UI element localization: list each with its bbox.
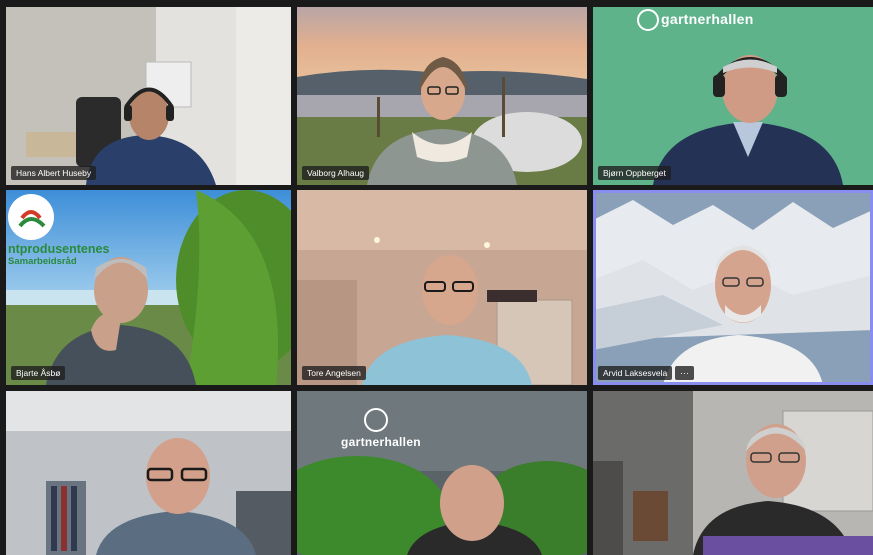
video-feed: [6, 7, 291, 185]
video-feed: [593, 391, 873, 555]
gartnerhallen-logo-icon: [637, 9, 659, 31]
coop-line-2: Samarbeidsråd: [8, 256, 77, 267]
video-feed: [297, 7, 587, 185]
video-tile-participant-9[interactable]: [593, 391, 873, 555]
participant-name-tag: Tore Angelsen: [302, 366, 366, 380]
video-tile-bjorn-oppberget[interactable]: gartnerhallen Bjørn Oppberget: [593, 7, 873, 185]
gartnerhallen-brand-text: gartnerhallen: [341, 435, 421, 449]
video-feed: [6, 190, 291, 385]
video-feed: [297, 391, 587, 555]
participant-name-tag: Bjørn Oppberget: [598, 166, 671, 180]
video-feed: [6, 391, 291, 555]
video-feed: [593, 190, 873, 385]
video-feed: [297, 190, 587, 385]
participant-name-tag: Valborg Alhaug: [302, 166, 370, 180]
video-tile-tore-angelsen[interactable]: Tore Angelsen: [297, 190, 587, 385]
coop-line-1: ntprodusentenes: [8, 242, 110, 256]
participant-name-tag: Bjarte Åsbø: [11, 366, 66, 380]
participant-name-tag: Hans Albert Huseby: [11, 166, 97, 180]
video-tile-hans-albert-huseby[interactable]: Hans Albert Huseby: [6, 7, 291, 185]
video-tile-participant-7[interactable]: [6, 391, 291, 555]
gartnerhallen-brand-text: gartnerhallen: [661, 11, 754, 27]
more-options-button[interactable]: ···: [675, 366, 694, 380]
video-tile-participant-8[interactable]: gartnerhallen: [297, 391, 587, 555]
samarbeidsrad-logo-text: ntprodusentenes Samarbeidsråd: [8, 242, 109, 267]
gartnerhallen-logo-icon: [364, 408, 388, 432]
video-tile-valborg-alhaug[interactable]: Valborg Alhaug: [297, 7, 587, 185]
video-grid: Hans Albert Huseby Valborg Alhaug gartne…: [0, 0, 873, 555]
video-tile-arvid-laksesvela[interactable]: Arvid Laksesvela ···: [593, 190, 873, 385]
video-tile-bjarte-asbo[interactable]: ntprodusentenes Samarbeidsråd Bjarte Åsb…: [6, 190, 291, 385]
video-feed: [593, 7, 873, 185]
participant-name-tag: Arvid Laksesvela: [598, 366, 673, 380]
